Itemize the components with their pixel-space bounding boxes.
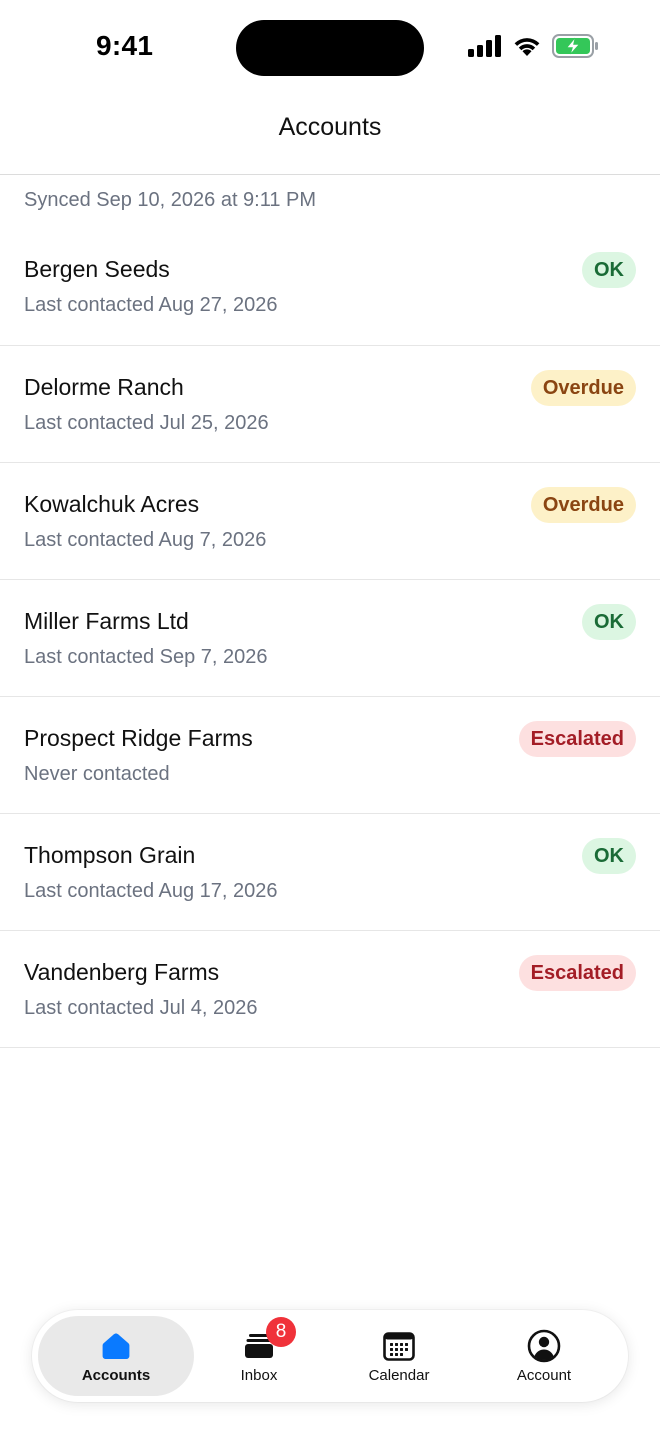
inbox-icon: 8 <box>242 1316 296 1363</box>
dynamic-island <box>236 20 424 76</box>
account-name: Thompson Grain <box>24 842 196 868</box>
account-last-contacted: Last contacted Jul 4, 2026 <box>24 997 258 1019</box>
tab-bar: Accounts 8 Inbox Calendar Account <box>32 1310 628 1402</box>
account-row[interactable]: Delorme Ranch Last contacted Jul 25, 202… <box>0 346 660 463</box>
account-row[interactable]: Vandenberg Farms Last contacted Jul 4, 2… <box>0 931 660 1048</box>
account-row[interactable]: Kowalchuk Acres Last contacted Aug 7, 20… <box>0 463 660 580</box>
cellular-signal-icon <box>468 35 501 57</box>
account-name: Vandenberg Farms <box>24 959 220 985</box>
status-badge: Overdue <box>530 487 636 523</box>
calendar-icon <box>382 1329 416 1363</box>
account-name: Miller Farms Ltd <box>24 608 189 634</box>
account-name: Kowalchuk Acres <box>24 491 200 517</box>
page-title: Accounts <box>278 112 382 141</box>
status-icons <box>468 34 600 58</box>
account-row[interactable]: Prospect Ridge Farms Never contacted Esc… <box>0 697 660 814</box>
tab-accounts-label: Accounts <box>81 1366 151 1384</box>
tab-account[interactable]: Account <box>474 1316 614 1396</box>
account-last-contacted: Last contacted Aug 27, 2026 <box>24 294 278 316</box>
account-name: Delorme Ranch <box>24 374 184 400</box>
tab-calendar-label: Calendar <box>368 1366 430 1384</box>
tab-inbox-label: Inbox <box>240 1366 278 1384</box>
status-badge: OK <box>582 252 636 288</box>
status-badge: OK <box>582 604 636 640</box>
status-badge: Overdue <box>530 370 636 406</box>
account-name: Bergen Seeds <box>24 256 170 282</box>
status-badge: OK <box>582 838 636 874</box>
account-last-contacted: Last contacted Aug 7, 2026 <box>24 529 267 551</box>
status-bar: 9:41 <box>0 0 660 96</box>
home-icon <box>99 1329 133 1363</box>
tab-calendar[interactable]: Calendar <box>324 1316 474 1396</box>
account-last-contacted: Never contacted <box>24 763 170 785</box>
status-badge: Escalated <box>518 721 636 757</box>
account-last-contacted: Last contacted Sep 7, 2026 <box>24 646 268 668</box>
status-badge: Escalated <box>518 955 636 991</box>
account-last-contacted: Last contacted Aug 17, 2026 <box>24 880 278 902</box>
status-time: 9:41 <box>96 30 154 61</box>
inbox-unread-badge: 8 <box>266 1316 296 1347</box>
tab-account-label: Account <box>516 1366 572 1384</box>
account-row[interactable]: Miller Farms Ltd Last contacted Sep 7, 2… <box>0 580 660 697</box>
account-list: Bergen Seeds Last contacted Aug 27, 2026… <box>0 228 660 1048</box>
account-last-contacted: Last contacted Jul 25, 2026 <box>24 412 269 434</box>
account-name: Prospect Ridge Farms <box>24 725 253 751</box>
account-row[interactable]: Thompson Grain Last contacted Aug 17, 20… <box>0 814 660 931</box>
sync-status-text: Synced Sep 10, 2026 at 9:11 PM <box>24 189 317 211</box>
person-circle-icon <box>527 1329 561 1363</box>
account-row[interactable]: Bergen Seeds Last contacted Aug 27, 2026… <box>0 228 660 346</box>
tab-inbox[interactable]: 8 Inbox <box>194 1316 324 1396</box>
tab-accounts[interactable]: Accounts <box>38 1316 194 1396</box>
battery-charging-icon <box>552 34 598 58</box>
nav-header: Accounts <box>0 96 660 175</box>
wifi-icon <box>514 38 540 56</box>
